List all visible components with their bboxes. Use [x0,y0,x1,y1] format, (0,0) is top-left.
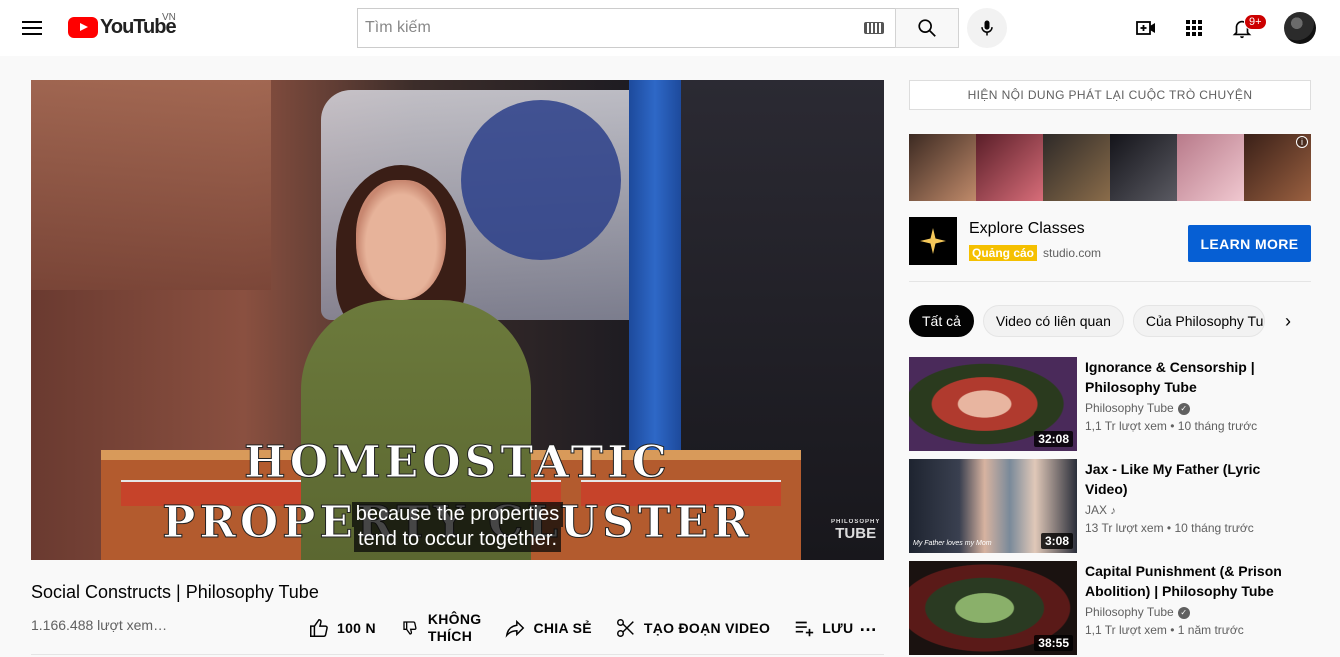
recommendation-title[interactable]: Jax - Like My Father (Lyric Video) [1085,459,1285,499]
ad-banner-panel [909,134,976,201]
create-video-button[interactable] [1134,16,1158,40]
ad-url: studio.com [1043,246,1102,260]
channel-name: JAX [1085,503,1108,517]
channel-name: Philosophy Tube [1085,605,1174,619]
ad-banner-panel [1110,134,1177,201]
recommendation-item[interactable]: My Father loves my Mom 3:08 Jax - Like M… [909,459,1311,553]
share-label: CHIA SẺ [533,620,592,636]
music-note-icon: ♪ [1110,505,1116,517]
ad-info-icon[interactable]: i [1296,136,1308,148]
subtitle-line-2: tend to occur together. [353,527,562,552]
voice-search-button[interactable] [967,8,1007,48]
thumbs-up-icon [307,616,331,640]
save-label: LƯU [822,620,854,636]
country-code: VN [162,12,176,23]
video-actions: 100 N KHÔNG THÍCH CHIA SẺ TẠO ĐOẠN VIDEO … [307,608,875,648]
keyboard-icon[interactable] [864,22,884,34]
scissors-icon [614,616,638,640]
account-avatar[interactable] [1284,12,1316,44]
microphone-icon [981,20,993,36]
video-thumbnail[interactable]: 32:08 [909,357,1077,451]
recommendation-item[interactable]: 38:55 Capital Punishment (& Prison Aboli… [909,561,1311,655]
hamburger-menu-icon[interactable] [22,18,42,38]
share-arrow-icon [503,616,527,640]
ad-title[interactable]: Explore Classes [969,220,1085,238]
video-plus-icon [1136,21,1155,35]
verified-check-icon: ✓ [1177,606,1190,619]
video-player[interactable]: HOMEOSTATIC PROPERTY CLUSTER because the… [31,80,884,560]
ad-banner-panel [976,134,1043,201]
masthead: YouTube VN 9+ [0,0,1340,56]
search-box [357,8,896,48]
notification-count-badge: 9+ [1244,14,1267,30]
sidebar-divider [909,281,1311,282]
video-thumbnail[interactable]: My Father loves my Mom 3:08 [909,459,1077,553]
youtube-play-icon [68,17,98,38]
apps-grid-icon [1186,20,1202,36]
clip-button[interactable]: TẠO ĐOẠN VIDEO [614,616,770,640]
show-chat-replay-button[interactable]: HIỆN NỘI DUNG PHÁT LẠI CUỘC TRÒ CHUYỆN [909,80,1311,110]
dislike-label-line-2: THÍCH [427,628,473,644]
chevron-right-icon[interactable]: › [1278,311,1298,331]
star-burst-icon [920,228,946,254]
chip-from-channel[interactable]: Của Philosophy Tube [1132,305,1265,337]
thumbs-down-icon [398,616,422,640]
duration-badge: 32:08 [1034,431,1073,447]
ad-banner-panel [1043,134,1110,201]
info-divider [31,654,884,655]
video-title: Social Constructs | Philosophy Tube [31,582,319,602]
channel-name: Philosophy Tube [1085,401,1174,415]
share-button[interactable]: CHIA SẺ [503,616,592,640]
caption-line-1: HOMEOSTATIC [244,437,671,489]
apps-button[interactable] [1182,16,1206,40]
duration-badge: 38:55 [1034,635,1073,651]
watermark-text: TUBE [835,525,877,542]
ad-badge: Quảng cáo [969,245,1038,261]
dislike-label: KHÔNG THÍCH [428,611,482,645]
ad-banner-panel [1177,134,1244,201]
thumbnail-caption: My Father loves my Mom [913,540,992,547]
closed-captions: because the properties tend to occur tog… [31,502,884,552]
playlist-add-icon [792,616,816,640]
recommendation-title[interactable]: Ignorance & Censorship | Philosophy Tube [1085,357,1285,397]
filter-chips: Tất cả Video có liên quan Của Philosophy… [909,305,1274,337]
recommendation-meta: 13 Tr lượt xem • 10 tháng trước [1085,521,1254,535]
video-thumbnail[interactable]: 38:55 [909,561,1077,655]
recommendation-channel[interactable]: Philosophy Tube ✓ [1085,605,1190,619]
dislike-label-line-1: KHÔNG [427,611,482,627]
youtube-logo[interactable]: YouTube VN [68,12,177,39]
learn-more-button[interactable]: LEARN MORE [1188,225,1311,262]
recommendation-item[interactable]: 32:08 Ignorance & Censorship | Philosoph… [909,357,1311,451]
search-input[interactable] [358,9,864,47]
channel-watermark[interactable]: PHILOSOPHY TUBE [831,516,880,542]
ad-banner-image[interactable] [909,134,1311,201]
verified-check-icon: ✓ [1177,402,1190,415]
ad-logo[interactable] [909,217,957,265]
view-count[interactable]: 1.166.488 lượt xem… [31,617,167,633]
dislike-button[interactable]: KHÔNG THÍCH [398,611,482,645]
like-count: 100 N [337,620,376,636]
search-button[interactable] [895,8,959,48]
subtitle-line-1: because the properties [351,502,564,527]
recommendation-meta: 1,1 Tr lượt xem • 1 năm trước [1085,623,1244,637]
search-icon [918,19,936,37]
recommendation-channel[interactable]: Philosophy Tube ✓ [1085,401,1190,415]
scene-presenter-face [356,180,446,300]
chip-related[interactable]: Video có liên quan [982,305,1124,337]
scene-wall [31,80,271,290]
recommendation-title[interactable]: Capital Punishment (& Prison Abolition) … [1085,561,1285,601]
clip-label: TẠO ĐOẠN VIDEO [643,620,771,636]
save-button[interactable]: LƯU [792,616,853,640]
chip-all[interactable]: Tất cả [909,305,974,337]
like-button[interactable]: 100 N [307,616,376,640]
more-actions-icon[interactable]: … [856,616,880,638]
recommendation-meta: 1,1 Tr lượt xem • 10 tháng trước [1085,419,1258,433]
recommendation-channel[interactable]: JAX ♪ [1085,503,1116,517]
duration-badge: 3:08 [1040,533,1073,549]
